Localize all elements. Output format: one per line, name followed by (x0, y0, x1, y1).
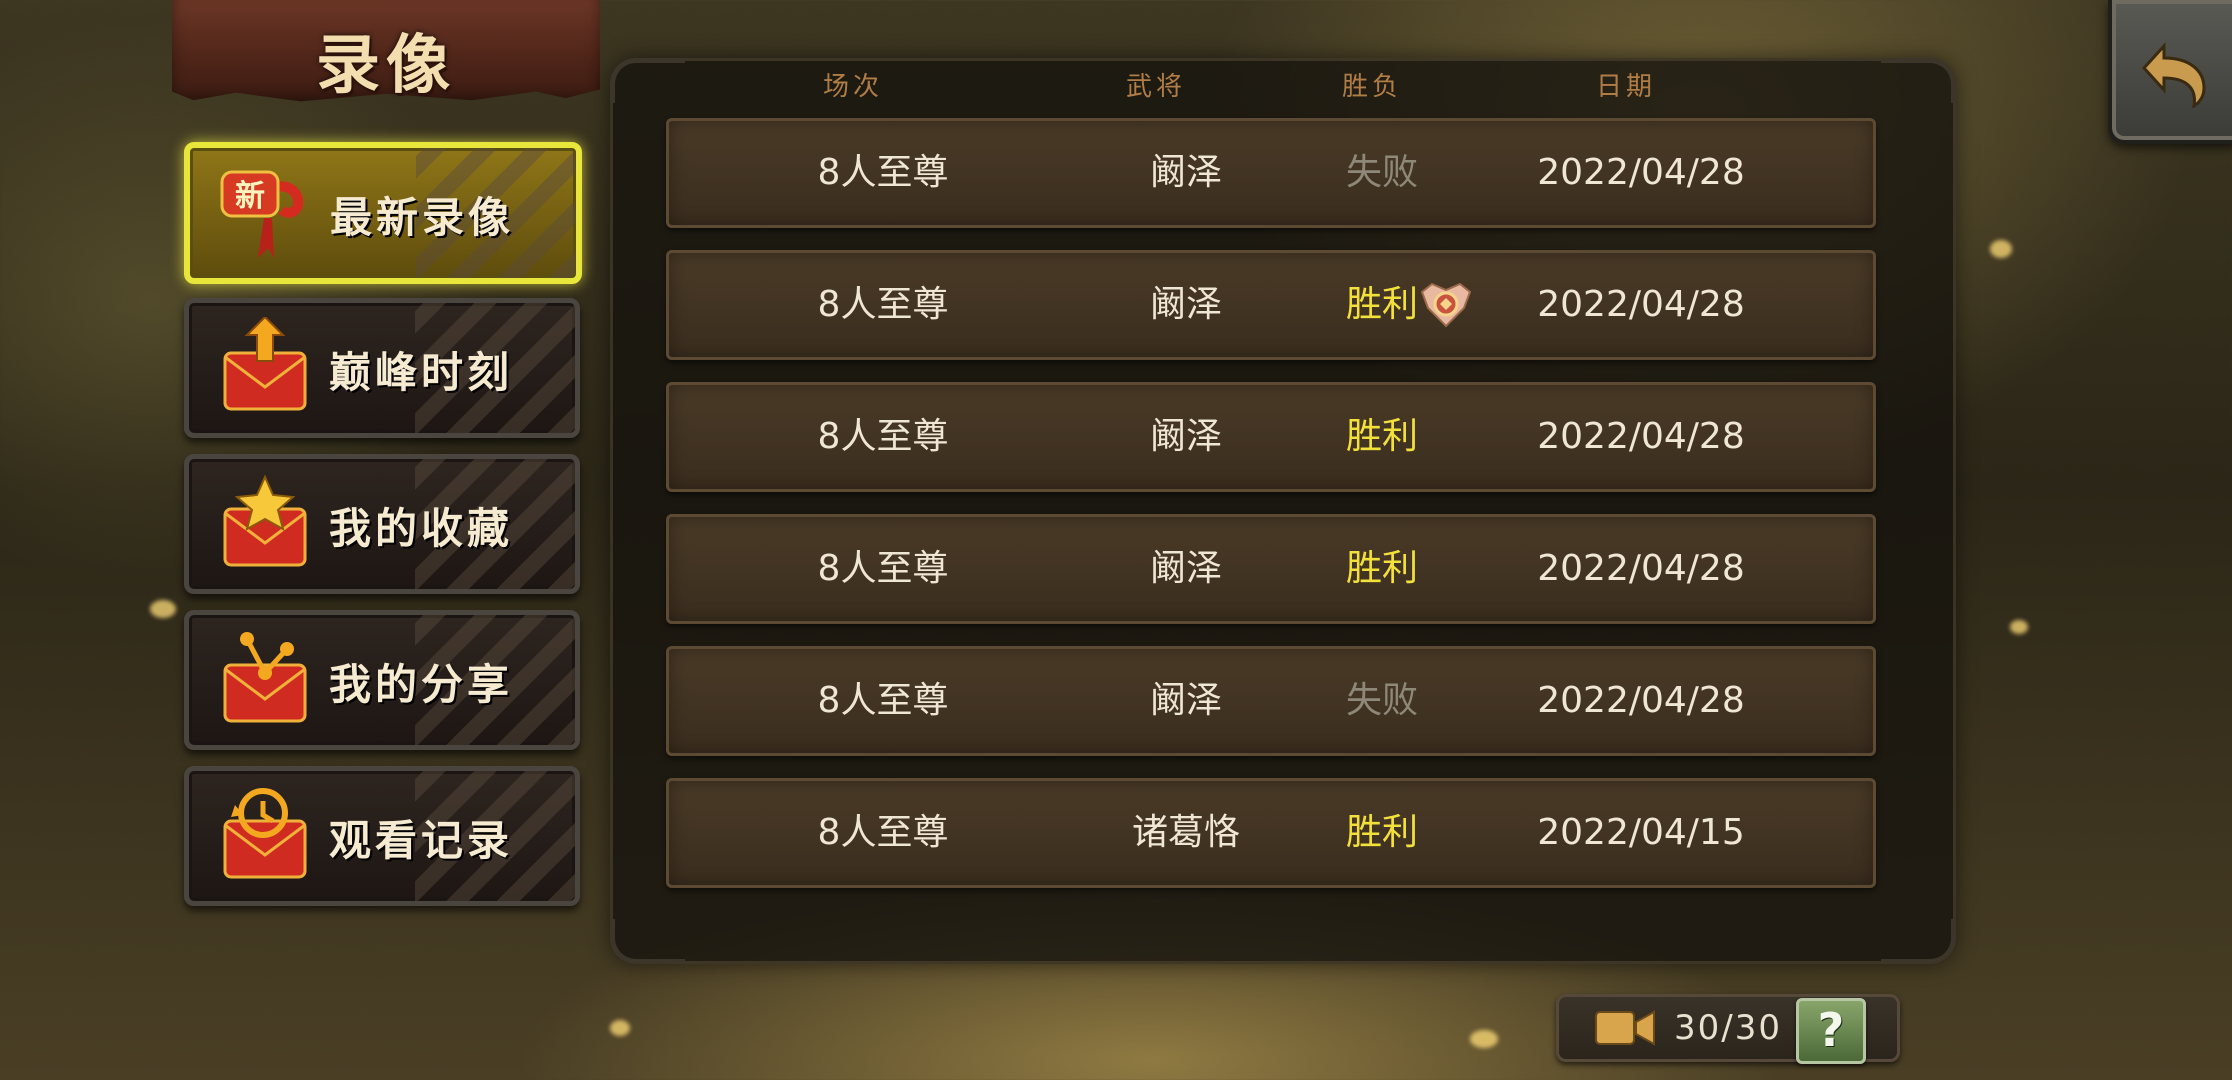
panel-corner-ornament (1881, 58, 1956, 103)
history-envelope-icon (223, 788, 307, 879)
panel-corner-ornament (610, 919, 685, 964)
ambient-spark (1990, 240, 2012, 258)
record-general: 诸葛恪 (1131, 812, 1240, 853)
record-general: 阚泽 (1149, 548, 1222, 589)
help-button[interactable]: ? (1796, 998, 1866, 1064)
record-row[interactable]: 8人至尊 阚泽 胜利 2022/04/28 (666, 250, 1876, 360)
record-general: 阚泽 (1149, 680, 1222, 721)
sidebar-item-latest[interactable]: 新 最新录像 (184, 142, 582, 284)
record-mode: 8人至尊 (817, 416, 949, 457)
record-general: 阚泽 (1149, 284, 1222, 325)
share-envelope-icon (223, 632, 307, 723)
record-result: 胜利 (1345, 548, 1418, 589)
record-row[interactable]: 8人至尊 阚泽 失败 2022/04/28 (666, 646, 1876, 756)
record-general: 阚泽 (1149, 152, 1222, 193)
back-arrow-icon (2141, 42, 2206, 108)
record-mode: 8人至尊 (817, 152, 949, 193)
sidebar-item-label: 我的分享 (329, 660, 514, 709)
record-result: 胜利 (1345, 812, 1418, 853)
ambient-spark (2010, 620, 2028, 634)
record-date: 2022/04/28 (1537, 548, 1745, 589)
peak-envelope-icon (223, 317, 307, 411)
record-mode: 8人至尊 (817, 548, 949, 589)
record-mode: 8人至尊 (817, 812, 949, 853)
video-camera-icon (1595, 1010, 1655, 1046)
record-row[interactable]: 8人至尊 诸葛恪 胜利 2022/04/15 (666, 778, 1876, 888)
star-envelope-icon (223, 474, 307, 567)
record-date: 2022/04/28 (1537, 152, 1745, 193)
ambient-spark (610, 1020, 630, 1036)
sidebar-item-peak[interactable]: 巅峰时刻 (184, 298, 580, 438)
ambient-spark (1470, 1030, 1498, 1048)
recording-count: 30/30 (1674, 1008, 1782, 1048)
record-result: 胜利 (1345, 416, 1418, 457)
record-row[interactable]: 8人至尊 阚泽 胜利 2022/04/28 (666, 514, 1876, 624)
column-header-mode: 场次 (822, 72, 883, 102)
panel-corner-ornament (1881, 919, 1956, 964)
back-button[interactable] (2108, 0, 2232, 144)
record-result: 失败 (1345, 152, 1418, 193)
sidebar-item-label: 最新录像 (330, 193, 515, 242)
record-general: 阚泽 (1149, 416, 1222, 457)
record-result: 失败 (1345, 680, 1418, 721)
record-row[interactable]: 8人至尊 阚泽 失败 2022/04/28 (666, 118, 1876, 228)
record-mode: 8人至尊 (817, 284, 949, 325)
new-ribbon-icon: 新 (220, 170, 304, 258)
panel-corner-ornament (610, 58, 685, 103)
record-row[interactable]: 8人至尊 阚泽 胜利 2022/04/28 (666, 382, 1876, 492)
mvp-medal-icon (1420, 282, 1472, 328)
record-date: 2022/04/15 (1537, 812, 1745, 853)
column-header-date: 日期 (1595, 72, 1656, 102)
page-title: 录像 (316, 28, 456, 103)
sidebar-item-label: 观看记录 (329, 816, 514, 865)
record-mode: 8人至尊 (817, 680, 949, 721)
column-header-result: 胜负 (1341, 72, 1402, 102)
column-header-general: 武将 (1125, 72, 1186, 102)
sidebar-item-label: 我的收藏 (329, 504, 514, 553)
sidebar-item-label: 巅峰时刻 (329, 348, 514, 397)
sidebar-item-shares[interactable]: 我的分享 (184, 610, 580, 750)
record-date: 2022/04/28 (1537, 284, 1745, 325)
record-date: 2022/04/28 (1537, 416, 1745, 457)
sidebar-item-history[interactable]: 观看记录 (184, 766, 580, 906)
new-badge: 新 (235, 179, 265, 214)
sidebar-item-favorites[interactable]: 我的收藏 (184, 454, 580, 594)
ambient-spark (150, 600, 176, 618)
record-date: 2022/04/28 (1537, 680, 1745, 721)
